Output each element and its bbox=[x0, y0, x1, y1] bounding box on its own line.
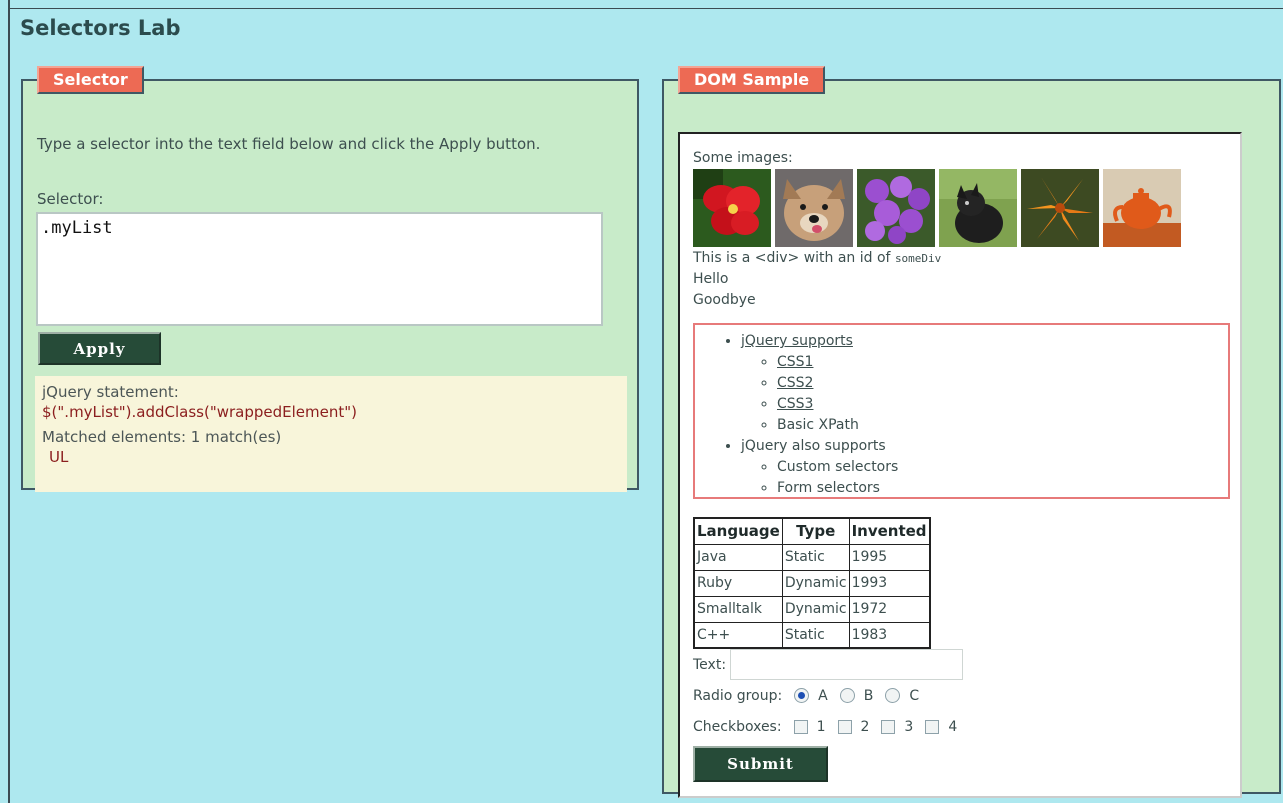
table-cell: 1983 bbox=[848, 621, 931, 649]
table-row: Java Static 1995 bbox=[693, 543, 931, 571]
column-header: Invented bbox=[848, 517, 931, 545]
table-cell: Static bbox=[781, 621, 850, 649]
list-item: Basic XPath bbox=[777, 415, 1228, 436]
checkbox-1-label: 1 bbox=[816, 718, 826, 735]
radio-a-label: A bbox=[818, 687, 828, 704]
list-item-label: jQuery also supports bbox=[741, 438, 886, 454]
list-item: CSS3 bbox=[777, 394, 1228, 415]
div-text-line: This is a <div> with an id of someDiv bbox=[693, 248, 1227, 269]
table-header-row: Language Type Invented bbox=[693, 517, 931, 545]
checkbox-3-label: 3 bbox=[904, 718, 914, 735]
statement-label: jQuery statement: bbox=[42, 383, 179, 401]
purple-flowers-image bbox=[857, 169, 935, 247]
radio-group-label: Radio group: bbox=[693, 687, 783, 704]
text-row: Text: bbox=[693, 649, 1227, 680]
hibiscus-image bbox=[693, 169, 771, 247]
table-row: Ruby Dynamic 1993 bbox=[693, 569, 931, 597]
selector-input[interactable]: .myList bbox=[36, 212, 603, 326]
results-box: jQuery statement: $(".myList").addClass(… bbox=[35, 376, 627, 492]
list-link[interactable]: CSS2 bbox=[777, 375, 813, 391]
list-link[interactable]: CSS1 bbox=[777, 354, 813, 370]
page-frame-top bbox=[8, 8, 1283, 9]
checkbox-2[interactable] bbox=[837, 719, 852, 734]
table-cell: Smalltalk bbox=[693, 595, 783, 623]
div-description: This is a <div> with an id of bbox=[693, 250, 891, 266]
div-id: someDiv bbox=[894, 252, 942, 265]
list-item: CSS1 bbox=[777, 352, 1228, 373]
list-item: CSS2 bbox=[777, 373, 1228, 394]
selector-panel: Selector Type a selector into the text f… bbox=[21, 66, 639, 492]
radio-c[interactable] bbox=[885, 688, 901, 703]
list-item: Form selectors bbox=[777, 478, 1228, 499]
radio-b-label: B bbox=[863, 687, 874, 704]
table-row: Smalltalk Dynamic 1972 bbox=[693, 595, 931, 623]
lily-image bbox=[1021, 169, 1099, 247]
checkboxes-label: Checkboxes: bbox=[693, 718, 782, 735]
checkbox-row: Checkboxes: 1 2 3 4 bbox=[693, 711, 1227, 742]
checkbox-1[interactable] bbox=[793, 719, 808, 734]
list-item: jQuery supports CSS1 CSS2 CSS3 Basic XPa… bbox=[741, 331, 1228, 436]
dom-sample-area: Some images: This is a <div> with an id … bbox=[678, 132, 1242, 798]
matched-element: UL bbox=[49, 448, 69, 466]
dom-sample-legend: DOM Sample bbox=[678, 66, 826, 94]
column-header: Language bbox=[693, 517, 783, 545]
selector-label: Selector: bbox=[37, 190, 104, 208]
table-row: C++ Static 1983 bbox=[693, 621, 931, 649]
checkbox-4-label: 4 bbox=[948, 718, 958, 735]
table-cell: Java bbox=[693, 543, 783, 571]
radio-c-label: C bbox=[909, 687, 920, 704]
page-frame-left bbox=[8, 0, 10, 803]
table-cell: Dynamic bbox=[781, 595, 850, 623]
my-list: jQuery supports CSS1 CSS2 CSS3 Basic XPa… bbox=[693, 323, 1230, 499]
list-link[interactable]: CSS3 bbox=[777, 396, 813, 412]
matched-elements-label: Matched elements: 1 match(es) bbox=[42, 428, 282, 446]
image-row bbox=[693, 169, 1227, 248]
text-label: Text: bbox=[693, 656, 727, 673]
checkbox-2-label: 2 bbox=[860, 718, 870, 735]
table-cell: 1972 bbox=[848, 595, 931, 623]
table-cell: Dynamic bbox=[781, 569, 850, 597]
table-cell: 1993 bbox=[848, 569, 931, 597]
goodbye-text: Goodbye bbox=[693, 292, 756, 308]
instructions-text: Type a selector into the text field belo… bbox=[37, 135, 541, 153]
table-cell: Ruby bbox=[693, 569, 783, 597]
submit-button[interactable]: Submit bbox=[693, 746, 828, 782]
selector-legend: Selector bbox=[37, 66, 144, 94]
checkbox-4[interactable] bbox=[925, 719, 940, 734]
radio-a[interactable] bbox=[794, 688, 810, 703]
images-label: Some images: bbox=[693, 150, 793, 166]
hello-text: Hello bbox=[693, 271, 729, 287]
table-cell: C++ bbox=[693, 621, 783, 649]
text-input[interactable] bbox=[730, 649, 964, 680]
languages-table: Language Type Invented Java Static 1995 … bbox=[693, 517, 931, 649]
list-item: Custom selectors bbox=[777, 457, 1228, 478]
page-title: Selectors Lab bbox=[20, 16, 181, 40]
table-cell: Static bbox=[781, 543, 850, 571]
dom-sample-panel: DOM Sample Some images: This is a <div> … bbox=[662, 66, 1281, 798]
column-header: Type bbox=[781, 517, 850, 545]
radio-b[interactable] bbox=[839, 688, 855, 703]
dog-image bbox=[775, 169, 853, 247]
jquery-statement: $(".myList").addClass("wrappedElement") bbox=[42, 403, 358, 421]
list-link[interactable]: jQuery supports bbox=[741, 333, 853, 349]
table-cell: 1995 bbox=[848, 543, 931, 571]
black-dog-image bbox=[939, 169, 1017, 247]
apply-button[interactable]: Apply bbox=[38, 332, 161, 365]
radio-row: Radio group: A B C bbox=[693, 680, 1227, 711]
teapot-image bbox=[1103, 169, 1181, 247]
list-item: jQuery also supports Custom selectors Fo… bbox=[741, 436, 1228, 499]
checkbox-3[interactable] bbox=[881, 719, 896, 734]
